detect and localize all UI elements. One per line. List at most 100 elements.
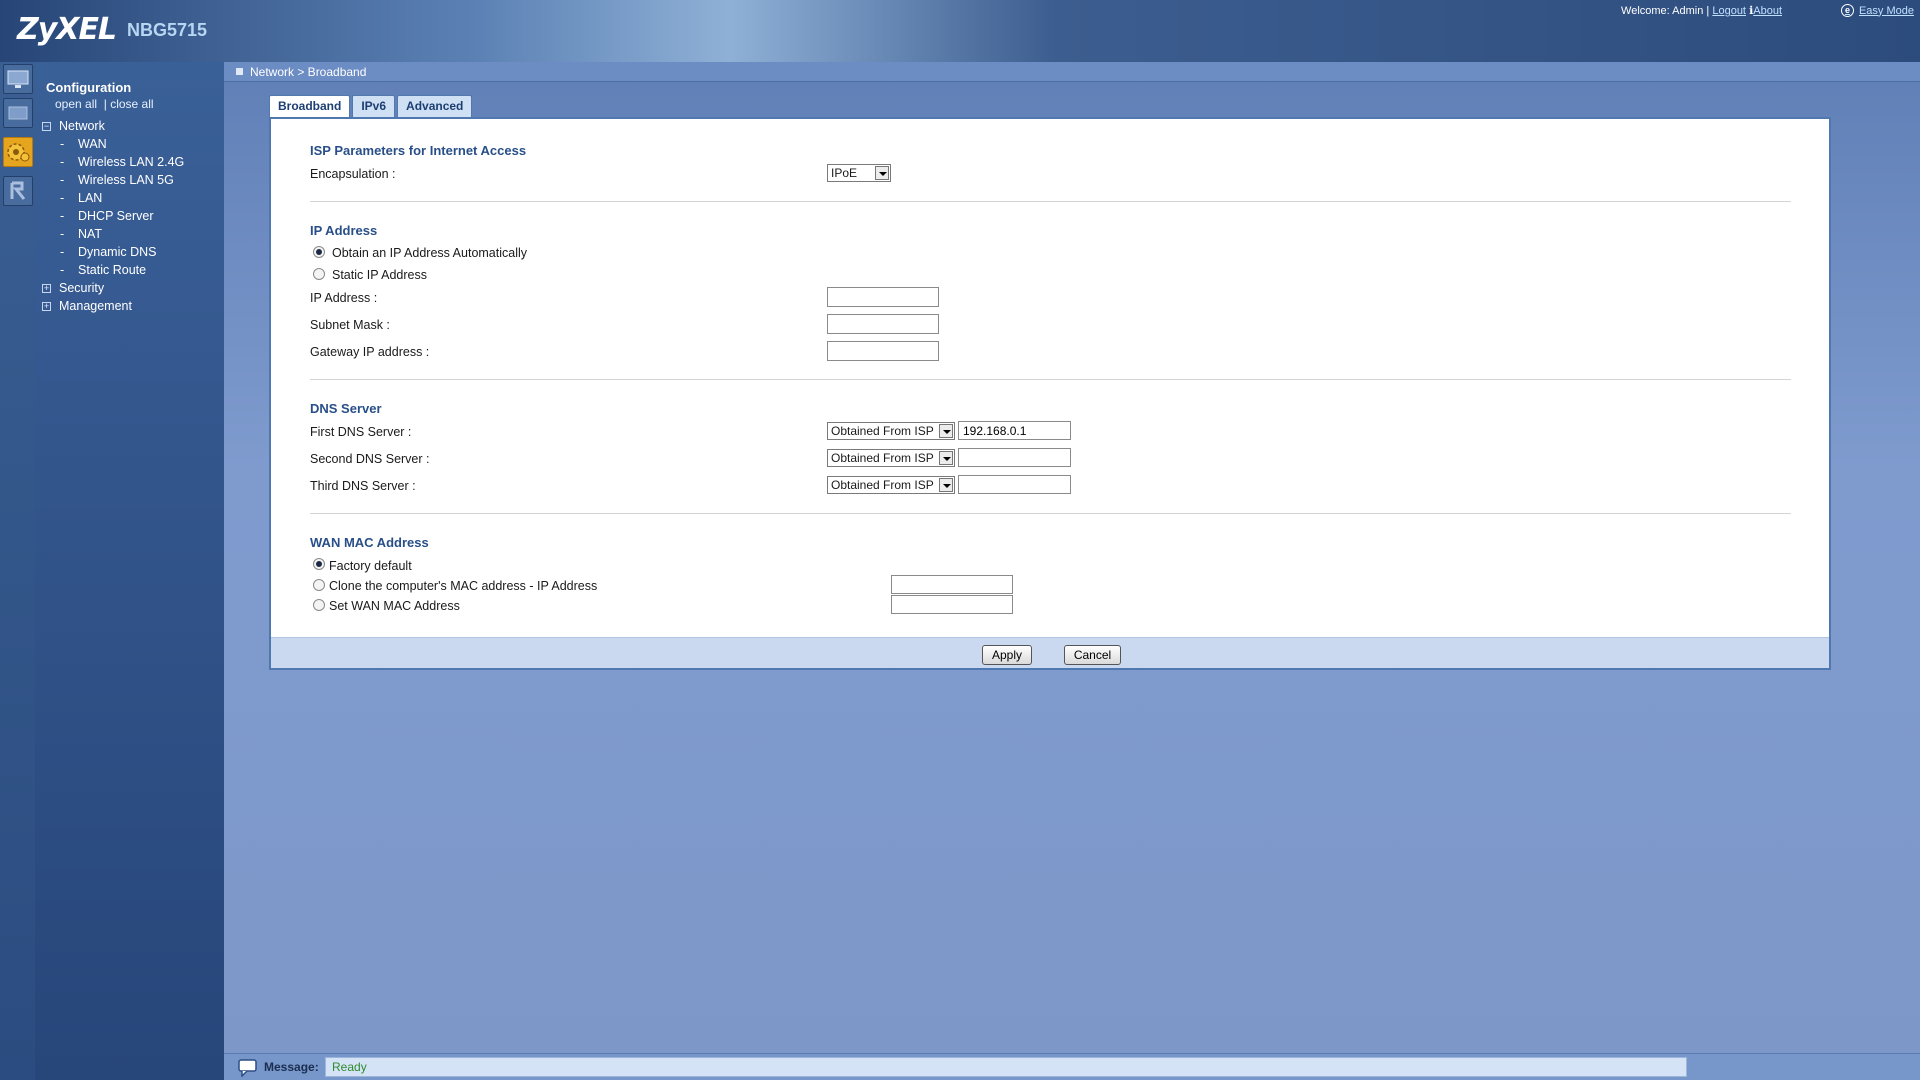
- sidebar-item-wan[interactable]: - WAN: [60, 137, 107, 151]
- third-dns-mode: Obtained From ISP: [831, 478, 934, 492]
- easy-mode-link[interactable]: e Easy Mode: [1840, 4, 1914, 17]
- clone-ip-field[interactable]: [891, 575, 1013, 594]
- third-dns-select[interactable]: Obtained From ISP: [827, 476, 955, 494]
- close-all-link[interactable]: close all: [110, 97, 153, 111]
- user-bar: Welcome: Admin | Logout ℹAbout: [1621, 4, 1782, 17]
- subnet-mask-label: Subnet Mask :: [310, 318, 390, 332]
- obtain-auto-label: Obtain an IP Address Automatically: [332, 246, 528, 260]
- status-bar: Message: Ready: [224, 1053, 1920, 1080]
- clone-mac-label: Clone the computer's MAC address - IP Ad…: [329, 579, 598, 593]
- sidebar-item-dhcp-server[interactable]: - DHCP Server: [60, 209, 153, 223]
- dns-section-title: DNS Server: [310, 401, 382, 416]
- static-ip-radio[interactable]: [313, 268, 325, 280]
- sidebar-item-label: Static Route: [78, 263, 147, 277]
- button-bar: Apply Cancel: [271, 637, 1829, 668]
- tab-advanced[interactable]: Advanced: [397, 95, 473, 117]
- about-link[interactable]: About: [1753, 5, 1782, 17]
- second-dns-select[interactable]: Obtained From ISP: [827, 449, 955, 467]
- ip-address-label: IP Address :: [310, 291, 378, 305]
- first-dns-mode: Obtained From ISP: [831, 424, 934, 438]
- sidebar-item-label: WAN: [78, 137, 107, 151]
- expand-icon: +: [42, 282, 51, 293]
- sidebar-item-label: Wireless LAN 5G: [78, 173, 174, 187]
- set-mac-radio[interactable]: [313, 599, 325, 611]
- cancel-button[interactable]: Cancel: [1064, 645, 1121, 665]
- first-dns-field[interactable]: [958, 421, 1071, 440]
- chevron-down-icon: [939, 451, 953, 465]
- chevron-down-icon: [939, 424, 953, 438]
- sidebar-item-wireless-lan-5g[interactable]: - Wireless LAN 5G: [60, 173, 174, 187]
- sidebar-item-label: LAN: [78, 191, 103, 205]
- breadcrumb-icon: [236, 68, 243, 75]
- tree-management[interactable]: + Management: [42, 299, 132, 313]
- chart-icon: [8, 106, 28, 120]
- tree-network[interactable]: − Network: [42, 119, 105, 133]
- sidebar-item-label: DHCP Server: [78, 209, 154, 223]
- sidebar-item-wireless-lan-24g[interactable]: - Wireless LAN 2.4G: [60, 155, 184, 169]
- broadband-panel: ISP Parameters for Internet Access Encap…: [269, 117, 1831, 670]
- maintenance-button[interactable]: [3, 176, 33, 206]
- tree-management-label: Management: [59, 299, 132, 313]
- sidebar-item-label: NAT: [78, 227, 103, 241]
- tree-security-label: Security: [59, 281, 105, 295]
- first-dns-label: First DNS Server :: [310, 425, 412, 439]
- second-dns-field[interactable]: [958, 448, 1071, 467]
- status-monitor-button[interactable]: [3, 64, 33, 94]
- tab-ipv6[interactable]: IPv6: [352, 95, 396, 117]
- breadcrumb: Network > Broadband: [224, 62, 1920, 82]
- breadcrumb-text: Network > Broadband: [250, 64, 367, 79]
- gateway-field[interactable]: [827, 341, 939, 361]
- subnet-mask-field[interactable]: [827, 314, 939, 334]
- message-icon: [238, 1059, 257, 1077]
- set-mac-label: Set WAN MAC Address: [329, 599, 460, 613]
- third-dns-field[interactable]: [958, 475, 1071, 494]
- apply-button[interactable]: Apply: [982, 645, 1032, 665]
- second-dns-label: Second DNS Server :: [310, 452, 430, 466]
- collapse-icon: −: [42, 120, 51, 131]
- open-all-link[interactable]: open all: [55, 97, 97, 111]
- second-dns-mode: Obtained From ISP: [831, 451, 934, 465]
- static-ip-label: Static IP Address: [332, 268, 427, 282]
- gateway-label: Gateway IP address :: [310, 345, 430, 359]
- configuration-button[interactable]: [3, 137, 33, 167]
- factory-default-radio[interactable]: [313, 558, 325, 570]
- sidebar-item-lan[interactable]: - LAN: [60, 191, 102, 205]
- zyxel-logo: ZyXEL: [17, 12, 117, 47]
- first-dns-select[interactable]: Obtained From ISP: [827, 422, 955, 440]
- third-dns-label: Third DNS Server :: [310, 479, 416, 493]
- encapsulation-label: Encapsulation :: [310, 167, 396, 181]
- model-name: NBG5715: [127, 20, 208, 40]
- welcome-text: Welcome: Admin |: [1621, 5, 1710, 17]
- encapsulation-value: IPoE: [831, 166, 858, 180]
- encapsulation-select[interactable]: IPoE: [827, 164, 891, 182]
- mac-section-title: WAN MAC Address: [310, 535, 429, 550]
- obtain-auto-radio[interactable]: [313, 246, 325, 258]
- sidebar-item-dynamic-dns[interactable]: - Dynamic DNS: [60, 245, 157, 259]
- sidebar-item-label: Wireless LAN 2.4G: [78, 155, 185, 169]
- logout-link[interactable]: Logout: [1712, 5, 1746, 17]
- ip-section-title: IP Address: [310, 223, 378, 238]
- tree-security[interactable]: + Security: [42, 281, 104, 295]
- ip-address-field[interactable]: [827, 287, 939, 307]
- sidebar-item-label: Dynamic DNS: [78, 245, 157, 259]
- message-label: Message:: [264, 1060, 319, 1074]
- set-mac-field[interactable]: [891, 595, 1013, 614]
- chevron-down-icon: [939, 478, 953, 492]
- link-separator: |: [103, 97, 107, 111]
- tree-network-label: Network: [59, 119, 105, 133]
- main-content: Network > Broadband Broadband IPv6 Advan…: [224, 62, 1920, 1080]
- divider: [310, 513, 1791, 514]
- easy-mode-label: Easy Mode: [1858, 4, 1914, 17]
- divider: [310, 201, 1791, 202]
- chevron-down-icon: [875, 166, 889, 180]
- open-close-links: open all | close all: [55, 97, 154, 111]
- sidebar: Configuration open all | close all − Net…: [35, 62, 224, 1080]
- monitor-button[interactable]: [3, 98, 33, 128]
- sidebar-item-nat[interactable]: - NAT: [60, 227, 102, 241]
- tab-broadband[interactable]: Broadband: [269, 95, 351, 118]
- expand-icon: +: [42, 300, 51, 311]
- sidebar-item-static-route[interactable]: - Static Route: [60, 263, 146, 277]
- clone-mac-radio[interactable]: [313, 579, 325, 591]
- easy-mode-icon: e: [1840, 4, 1854, 17]
- isp-section-title: ISP Parameters for Internet Access: [310, 143, 527, 158]
